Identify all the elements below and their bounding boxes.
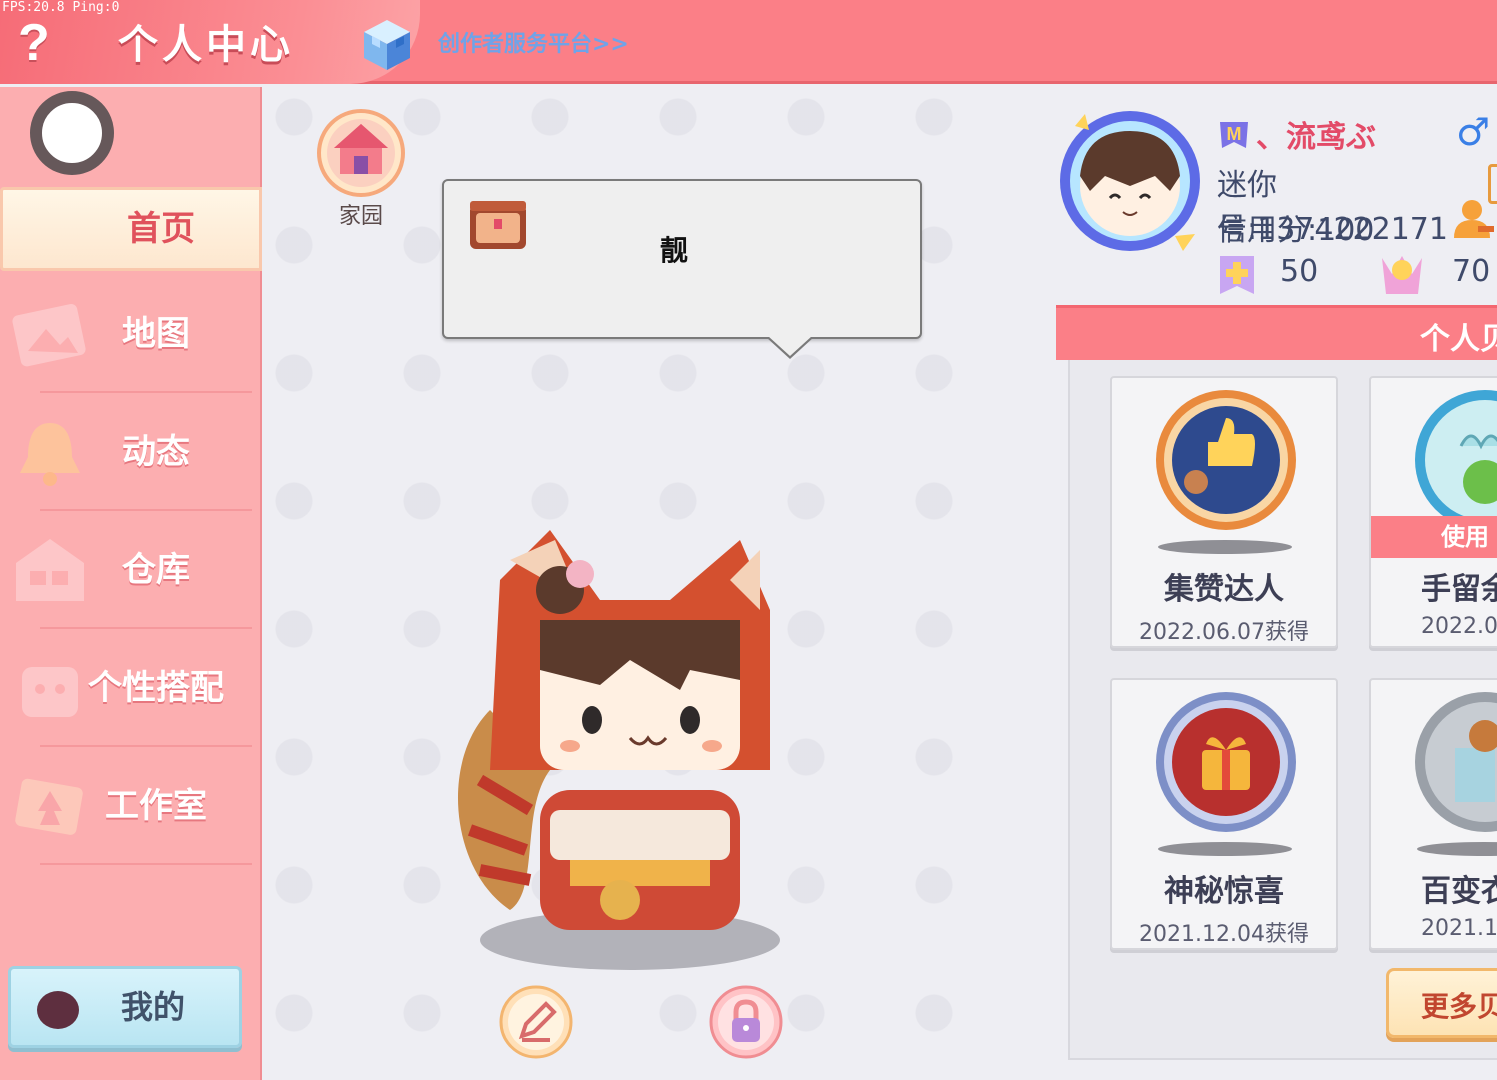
my-button[interactable]: 我的	[8, 966, 242, 1048]
trophy-icon	[1382, 256, 1422, 294]
medal-shadow	[1158, 842, 1292, 856]
badge-name: 集赞达人	[1164, 572, 1284, 607]
sidebar-item-label: 仓库	[122, 550, 190, 590]
top-bar: FPS:20.8 Ping:0 ? 个人中心 创作者服务平台>>	[0, 0, 1497, 84]
sidebar-item-home[interactable]: 首页	[0, 187, 262, 271]
edit-avatar-button[interactable]	[498, 984, 574, 1060]
badge-date: 2022.06.07获得	[1139, 620, 1309, 645]
badge-date: 2022.02.0	[1421, 614, 1497, 639]
credit-score: 信用分:100	[1217, 213, 1375, 248]
sidebar-item-feed[interactable]: 动态	[0, 393, 262, 511]
cube-icon[interactable]	[362, 18, 412, 72]
medal-shadow	[1417, 842, 1497, 856]
player-nickname: 、流鸢ぶ	[1256, 120, 1376, 155]
badges-section-title: 个人贝	[1420, 322, 1497, 357]
medal-shadow	[1158, 540, 1292, 554]
stat-value-trophies: 70	[1452, 254, 1491, 289]
badge-date: 2021.12.04获得	[1139, 922, 1309, 947]
sidebar-item-outfit[interactable]: 个性搭配	[0, 629, 262, 747]
in-use-tag: 使用	[1371, 516, 1497, 558]
divider	[40, 863, 252, 865]
gender-male-icon: ♂	[1456, 110, 1491, 154]
vip-badge-icon: M	[1220, 122, 1248, 148]
sidebar-item-label: 动态	[122, 432, 190, 472]
badges-section-header: 个人贝	[1056, 305, 1497, 360]
my-button-label: 我的	[121, 988, 186, 1026]
sidebar-item-label: 地图	[122, 314, 190, 354]
badge-name: 百变衣	[1421, 874, 1497, 909]
chest-icon	[470, 201, 526, 249]
sidebar-item-label: 首页	[127, 209, 195, 249]
svg-text:M: M	[1227, 124, 1242, 144]
profile-avatar-frame[interactable]	[1055, 106, 1205, 256]
stat-value-points: 50	[1280, 254, 1319, 289]
badge-card[interactable]: 集赞达人 2022.06.07获得	[1110, 376, 1338, 648]
bubble-tail-inner	[768, 336, 812, 356]
badge-card[interactable]: 使用 手留余 2022.02.0	[1369, 376, 1497, 648]
gift-medal-icon	[1156, 692, 1296, 832]
sidebar-item-studio[interactable]: 工作室	[0, 747, 262, 865]
creator-platform-link[interactable]: 创作者服务平台>>	[438, 26, 629, 58]
help-icon: ?	[18, 14, 50, 72]
badge-name: 手留余	[1421, 572, 1497, 607]
help-button[interactable]: ?	[18, 14, 70, 72]
badge-name: 神秘惊喜	[1164, 874, 1284, 909]
home-icon[interactable]	[316, 108, 406, 198]
bubble-text: 靓	[659, 234, 688, 267]
more-badges-button[interactable]: 更多贝	[1386, 968, 1497, 1038]
sidebar-item-label: 个性搭配	[88, 668, 224, 708]
medal-points-icon	[1220, 256, 1254, 294]
page-title: 个人中心	[118, 22, 294, 68]
sidebar-item-label: 工作室	[105, 786, 207, 826]
more-badges-label: 更多贝	[1421, 990, 1497, 1023]
sidebar-item-warehouse[interactable]: 仓库	[0, 511, 262, 629]
player-avatar-character[interactable]	[430, 510, 810, 980]
badge-card[interactable]: 百变衣 2021.11.2	[1369, 678, 1497, 950]
wardrobe-medal-icon	[1415, 692, 1497, 832]
avatar[interactable]	[30, 91, 114, 175]
home-label: 家园	[338, 204, 383, 229]
sidebar: 首页 地图 动态 仓库 个性搭配 工作室 我的	[0, 87, 262, 1080]
personal-center-screen: FPS:20.8 Ping:0 ? 个人中心 创作者服务平台>> 首页 地图 动…	[0, 0, 1497, 1080]
speech-bubble: 靓	[442, 179, 922, 359]
add-friend-icon[interactable]	[1450, 196, 1496, 242]
plant-medal-icon	[1415, 390, 1497, 530]
thumbs-up-medal-icon	[1156, 390, 1296, 530]
lock-button[interactable]	[708, 984, 784, 1060]
badge-date: 2021.11.2	[1421, 916, 1497, 941]
fps-readout: FPS:20.8 Ping:0	[2, 0, 120, 15]
sidebar-item-map[interactable]: 地图	[0, 275, 262, 393]
my-avatar-icon	[37, 991, 79, 1029]
badge-card[interactable]: 神秘惊喜 2021.12.04获得	[1110, 678, 1338, 950]
